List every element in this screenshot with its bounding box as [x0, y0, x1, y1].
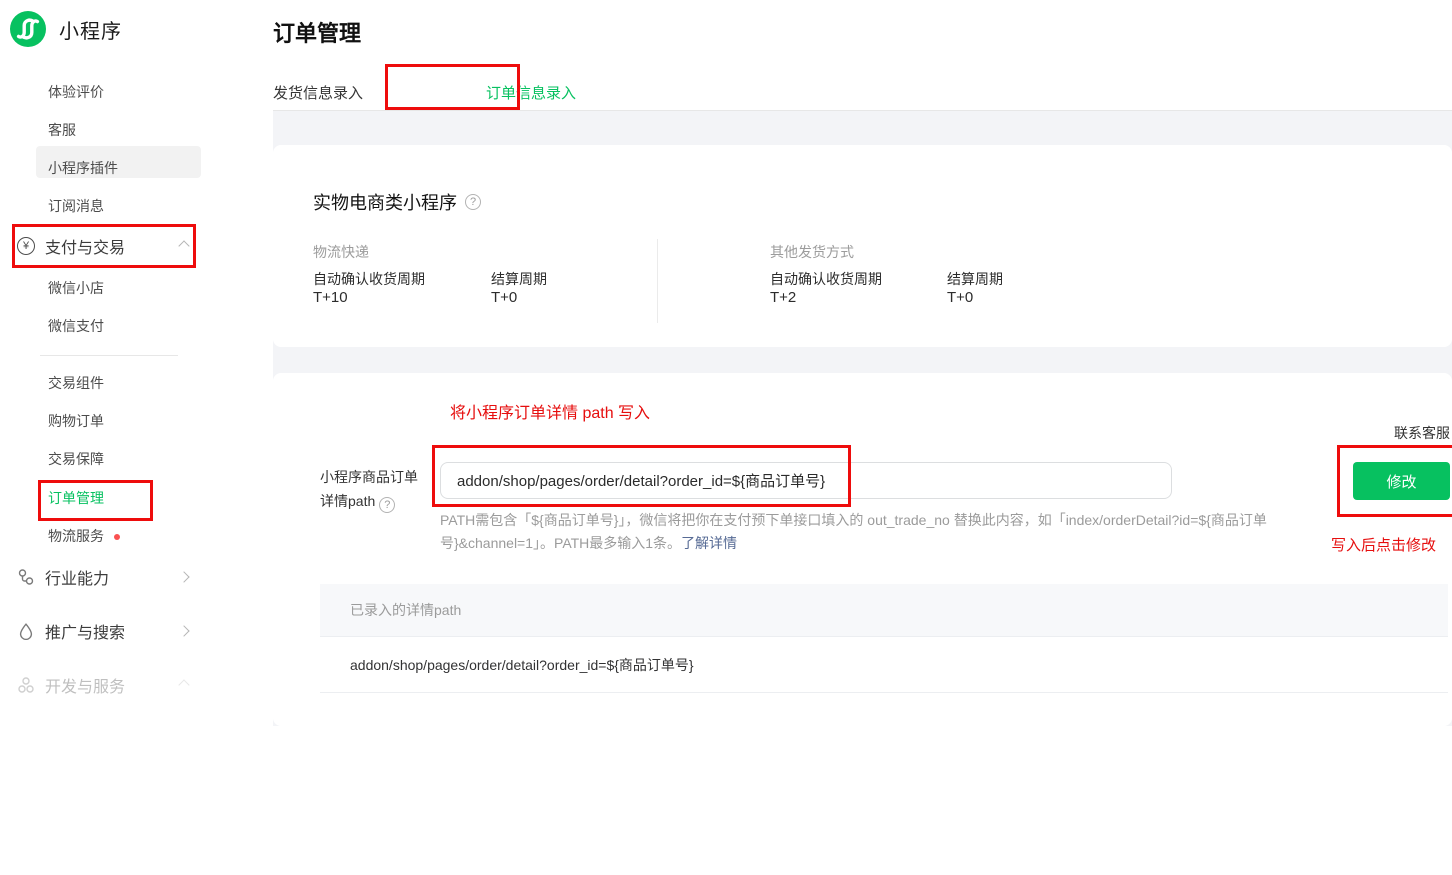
sidebar-item-order-management[interactable]: 订单管理	[0, 479, 273, 517]
sidebar-item-shopping-order[interactable]: 购物订单	[0, 402, 273, 440]
table-header: 已录入的详情path	[320, 584, 1448, 637]
panel-overview: 实物电商类小程序 ? 物流快递 自动确认收货周期 T+10 结算周期 T+0 其…	[273, 145, 1452, 347]
chevron-right-icon	[178, 571, 189, 582]
tab-bar: 发货信息录入 订单信息录入	[273, 82, 576, 103]
red-caption-text: 写入后点击修改	[1331, 534, 1436, 555]
metric-label: 自动确认收货周期	[770, 269, 882, 289]
panel-path-entry: 将小程序订单详情 path 写入 联系客服 小程序商品订单 详情path? PA…	[273, 373, 1452, 726]
field-label: 小程序商品订单 详情path?	[320, 465, 418, 513]
app-logo-row: 小程序	[10, 11, 122, 47]
sidebar-item-subscribe-message[interactable]: 订阅消息	[0, 187, 273, 225]
group-name-other-shipping: 其他发货方式	[770, 242, 854, 262]
promotion-search-icon	[17, 622, 35, 640]
yen-circle-icon: ¥	[17, 237, 35, 255]
modify-button[interactable]: 修改	[1353, 462, 1450, 500]
wechat-miniprogram-logo-icon	[10, 11, 46, 47]
sidebar-item-develop-and-service[interactable]: 开发与服务	[0, 666, 273, 704]
page-title: 订单管理	[273, 16, 361, 48]
help-question-icon[interactable]: ?	[379, 497, 395, 513]
entered-path-table: 已录入的详情path addon/shop/pages/order/detail…	[320, 584, 1448, 693]
chevron-up-icon	[178, 240, 189, 251]
red-dot-badge	[114, 534, 120, 540]
sidebar-item-logistics-service[interactable]: 物流服务	[0, 517, 273, 555]
metric-value: T+10	[313, 289, 348, 306]
table-row: addon/shop/pages/order/detail?order_id=$…	[320, 637, 1448, 693]
chevron-up-icon	[178, 679, 189, 690]
metric-label: 结算周期	[947, 269, 1003, 289]
metric-label: 结算周期	[491, 269, 547, 289]
help-text: PATH需包含「${商品订单号}」，微信将把你在支付预下单接口填入的 out_t…	[440, 509, 1320, 554]
sidebar-item-wechat-pay[interactable]: 微信支付	[0, 307, 273, 345]
sidebar-item-experience-review[interactable]: 体验评价	[0, 73, 273, 111]
sidebar-divider	[40, 355, 178, 356]
sidebar-item-promotion-and-search[interactable]: 推广与搜索	[0, 612, 273, 650]
red-annotation-text: 将小程序订单详情 path 写入	[450, 399, 650, 423]
sidebar: 小程序 体验评价 客服 小程序插件 订阅消息 ¥ 支付与交易 微信小店 微信支付…	[0, 0, 273, 726]
help-question-icon[interactable]: ?	[465, 194, 481, 210]
path-input[interactable]	[440, 462, 1172, 499]
page: 小程序 体验评价 客服 小程序插件 订阅消息 ¥ 支付与交易 微信小店 微信支付…	[0, 0, 1452, 875]
sidebar-item-wechat-shop[interactable]: 微信小店	[0, 269, 273, 307]
section-title: 实物电商类小程序	[313, 189, 457, 215]
vertical-divider	[657, 239, 658, 323]
metric-label: 自动确认收货周期	[313, 269, 425, 289]
group-name-logistics-express: 物流快递	[313, 242, 369, 262]
metric-value: T+0	[947, 289, 973, 306]
metric-value: T+0	[491, 289, 517, 306]
sidebar-item-customer-service[interactable]: 客服	[0, 111, 273, 149]
learn-more-link[interactable]: 了解详情	[681, 535, 737, 551]
tab-order-info-entry[interactable]: 订单信息录入	[486, 82, 576, 103]
sidebar-item-industry-ability[interactable]: 行业能力	[0, 558, 273, 596]
develop-service-icon	[17, 676, 35, 694]
chevron-right-icon	[178, 625, 189, 636]
sidebar-item-trade-component[interactable]: 交易组件	[0, 364, 273, 402]
sidebar-item-trade-guarantee[interactable]: 交易保障	[0, 440, 273, 478]
tab-shipping-info-entry[interactable]: 发货信息录入	[273, 82, 363, 103]
metric-value: T+2	[770, 289, 796, 306]
app-title: 小程序	[59, 15, 122, 44]
industry-ability-icon	[17, 568, 35, 586]
sidebar-item-plugin[interactable]: 小程序插件	[0, 149, 273, 187]
contact-support-link[interactable]: 联系客服	[1394, 423, 1450, 443]
sidebar-item-payment-and-trade[interactable]: ¥ 支付与交易	[0, 227, 273, 265]
